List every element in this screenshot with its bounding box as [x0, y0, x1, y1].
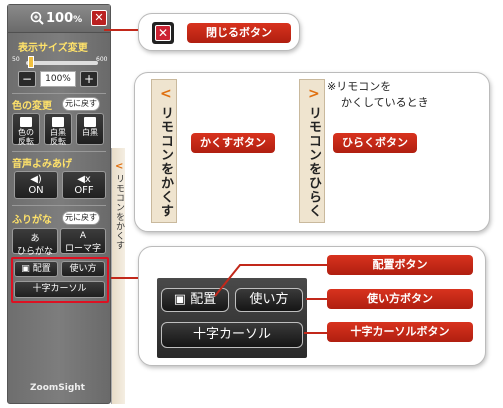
connector-lines — [214, 264, 327, 334]
